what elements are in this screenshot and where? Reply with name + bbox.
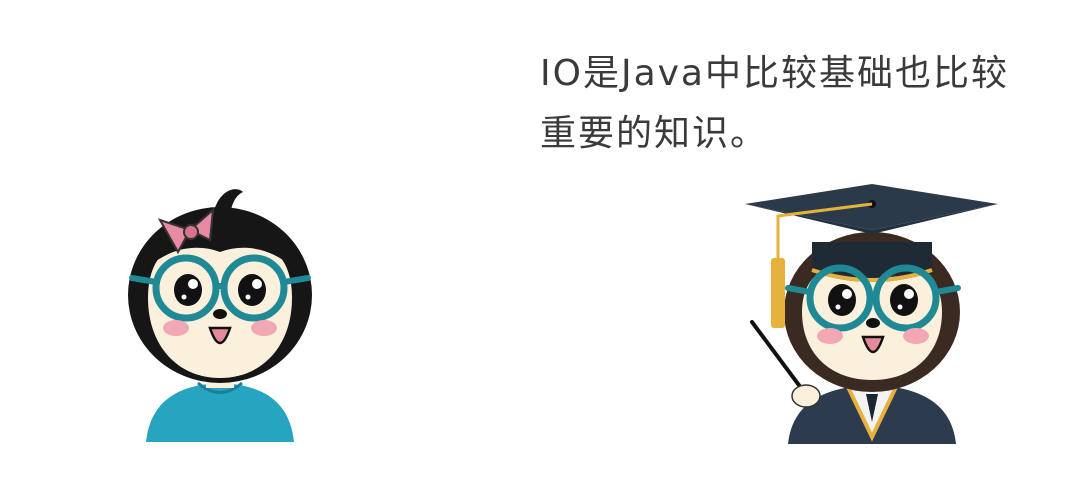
girl-illustration [128, 189, 312, 442]
speech-text: IO是Java中比较基础也比较 重要的知识。 [540, 44, 1070, 164]
speech-line-2: 重要的知识。 [540, 113, 769, 154]
speech-line-1: IO是Java中比较基础也比较 [540, 53, 1009, 94]
page-canvas: IO是Java中比较基础也比较 重要的知识。 [0, 0, 1080, 495]
teacher-character [740, 182, 1005, 444]
girl-character [118, 180, 323, 445]
girl-face [148, 235, 292, 378]
teacher-illustration [745, 184, 998, 444]
